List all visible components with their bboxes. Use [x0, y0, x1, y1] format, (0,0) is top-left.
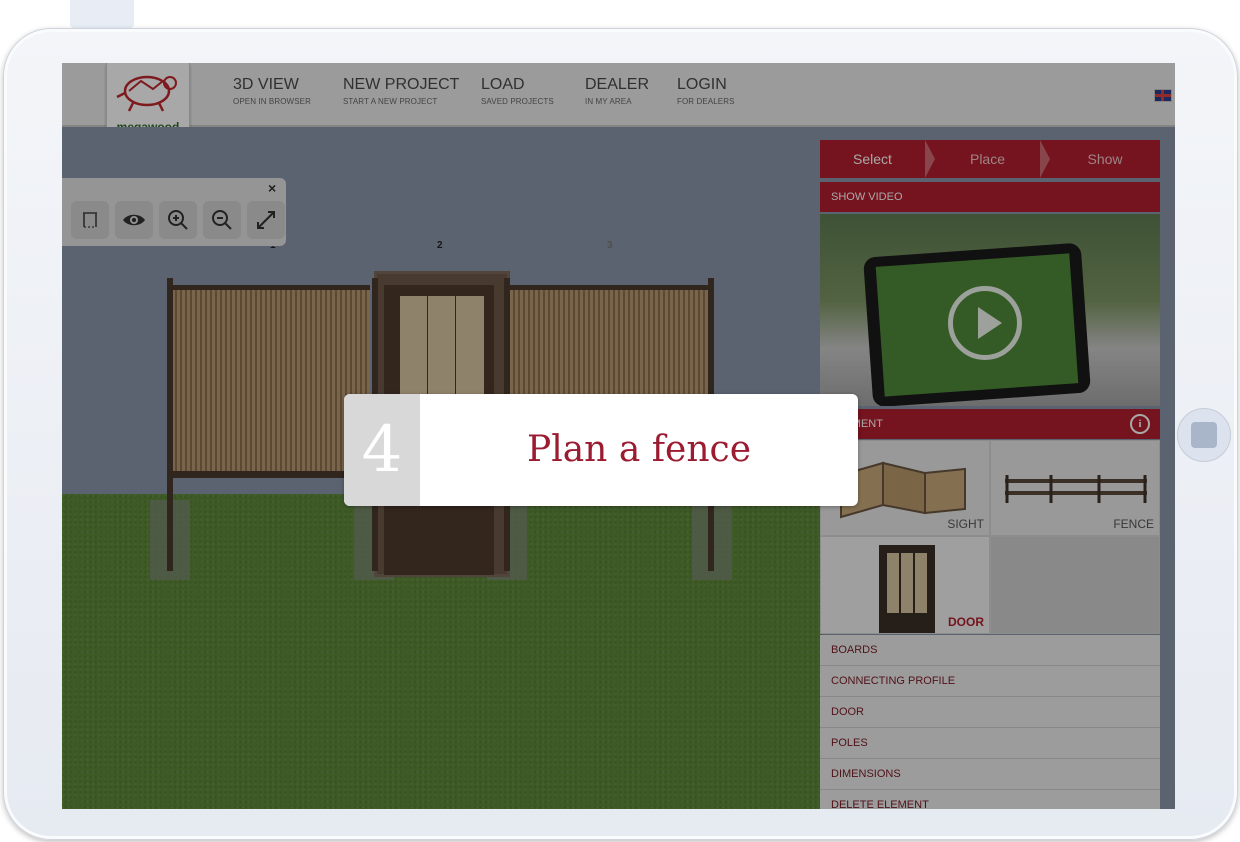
- ruler-label-3: 3: [607, 240, 613, 251]
- menu-item-boards[interactable]: BOARDS: [820, 635, 1160, 666]
- ruler-label-2: 2: [437, 240, 443, 251]
- menu-item-delete-element[interactable]: DELETE ELEMENT: [820, 790, 1160, 809]
- frame-icon: [83, 212, 97, 228]
- tablet-home-button[interactable]: [1177, 408, 1231, 462]
- nav-dealer-label: DEALER: [585, 76, 650, 93]
- element-tile-door[interactable]: DOOR: [820, 536, 990, 634]
- menu-item-connecting-profile[interactable]: CONNECTING PROFILE: [820, 666, 1160, 697]
- step-show[interactable]: Show: [1050, 140, 1160, 178]
- fence-bottom-rail: [172, 471, 372, 478]
- toolbar-close-button[interactable]: ×: [268, 180, 276, 196]
- uk-flag-icon[interactable]: [1154, 89, 1172, 102]
- info-icon[interactable]: i: [1130, 414, 1150, 434]
- fence-post[interactable]: [167, 278, 173, 571]
- nav-load-sub: SAVED PROJECTS: [481, 97, 554, 106]
- tutorial-step-number: 4: [344, 394, 420, 506]
- nav-login-label: LOGIN: [677, 76, 727, 93]
- frame-view-button[interactable]: [71, 201, 109, 239]
- element-options-menu: BOARDS CONNECTING PROFILE DOOR POLES DIM…: [820, 635, 1160, 809]
- nav-dealer[interactable]: DEALER IN MY AREA: [585, 76, 649, 106]
- nav-3d-view-sub: OPEN IN BROWSER: [233, 97, 311, 106]
- element-header: ELEMENT i: [820, 409, 1160, 439]
- zoom-out-icon: [212, 210, 232, 230]
- menu-item-poles[interactable]: POLES: [820, 728, 1160, 759]
- tutorial-video[interactable]: [820, 214, 1160, 406]
- element-tile-sight-label: SIGHT: [947, 517, 984, 531]
- menu-item-dimensions[interactable]: DIMENSIONS: [820, 759, 1160, 790]
- eye-icon: [123, 214, 145, 226]
- rail-fence-thumbnail: [1005, 475, 1147, 503]
- workflow-steps: Select Place Show: [820, 140, 1160, 178]
- zoom-in-button[interactable]: [159, 201, 197, 239]
- turtle-logo-icon: [116, 75, 177, 112]
- fullscreen-icon: [257, 211, 275, 229]
- nav-new-project[interactable]: NEW PROJECT START A NEW PROJECT: [343, 76, 459, 106]
- nav-login[interactable]: LOGIN FOR DEALERS: [677, 76, 735, 106]
- zoom-in-icon: [168, 210, 188, 230]
- browser-tab-stub: [70, 0, 134, 28]
- nav-load[interactable]: LOAD SAVED PROJECTS: [481, 76, 554, 106]
- step-place[interactable]: Place: [935, 140, 1040, 178]
- zoom-out-button[interactable]: [203, 201, 241, 239]
- nav-new-project-sub: START A NEW PROJECT: [343, 97, 438, 106]
- toggle-visibility-button[interactable]: [115, 201, 153, 239]
- tutorial-step-card: 4 Plan a fence: [344, 394, 858, 506]
- nav-dealer-sub: IN MY AREA: [585, 97, 632, 106]
- nav-login-sub: FOR DEALERS: [677, 97, 735, 106]
- fullscreen-button[interactable]: [247, 201, 285, 239]
- app-header: megawood 3D VIEW OPEN IN BROWSER NEW PRO…: [62, 63, 1175, 142]
- door-thumbnail: [879, 545, 935, 633]
- element-tile-empty: [990, 536, 1160, 634]
- element-tile-fence-label: FENCE: [1113, 517, 1154, 531]
- step-select[interactable]: Select: [820, 140, 925, 178]
- view-toolbar: ×: [62, 178, 286, 246]
- fence-panel-left[interactable]: [172, 285, 370, 478]
- nav-new-project-label: NEW PROJECT: [343, 76, 460, 93]
- play-icon[interactable]: [948, 286, 1022, 360]
- nav-load-label: LOAD: [481, 76, 525, 93]
- show-video-header[interactable]: SHOW VIDEO: [820, 182, 1160, 212]
- nav-3d-view-label: 3D VIEW: [233, 76, 299, 93]
- step-separator: [1040, 140, 1050, 178]
- tutorial-step-title: Plan a fence: [526, 429, 751, 470]
- nav-3d-view[interactable]: 3D VIEW OPEN IN BROWSER: [233, 76, 311, 106]
- element-tile-door-label: DOOR: [948, 615, 984, 629]
- menu-item-door[interactable]: DOOR: [820, 697, 1160, 728]
- step-separator: [925, 140, 935, 178]
- element-tile-fence[interactable]: FENCE: [990, 440, 1160, 536]
